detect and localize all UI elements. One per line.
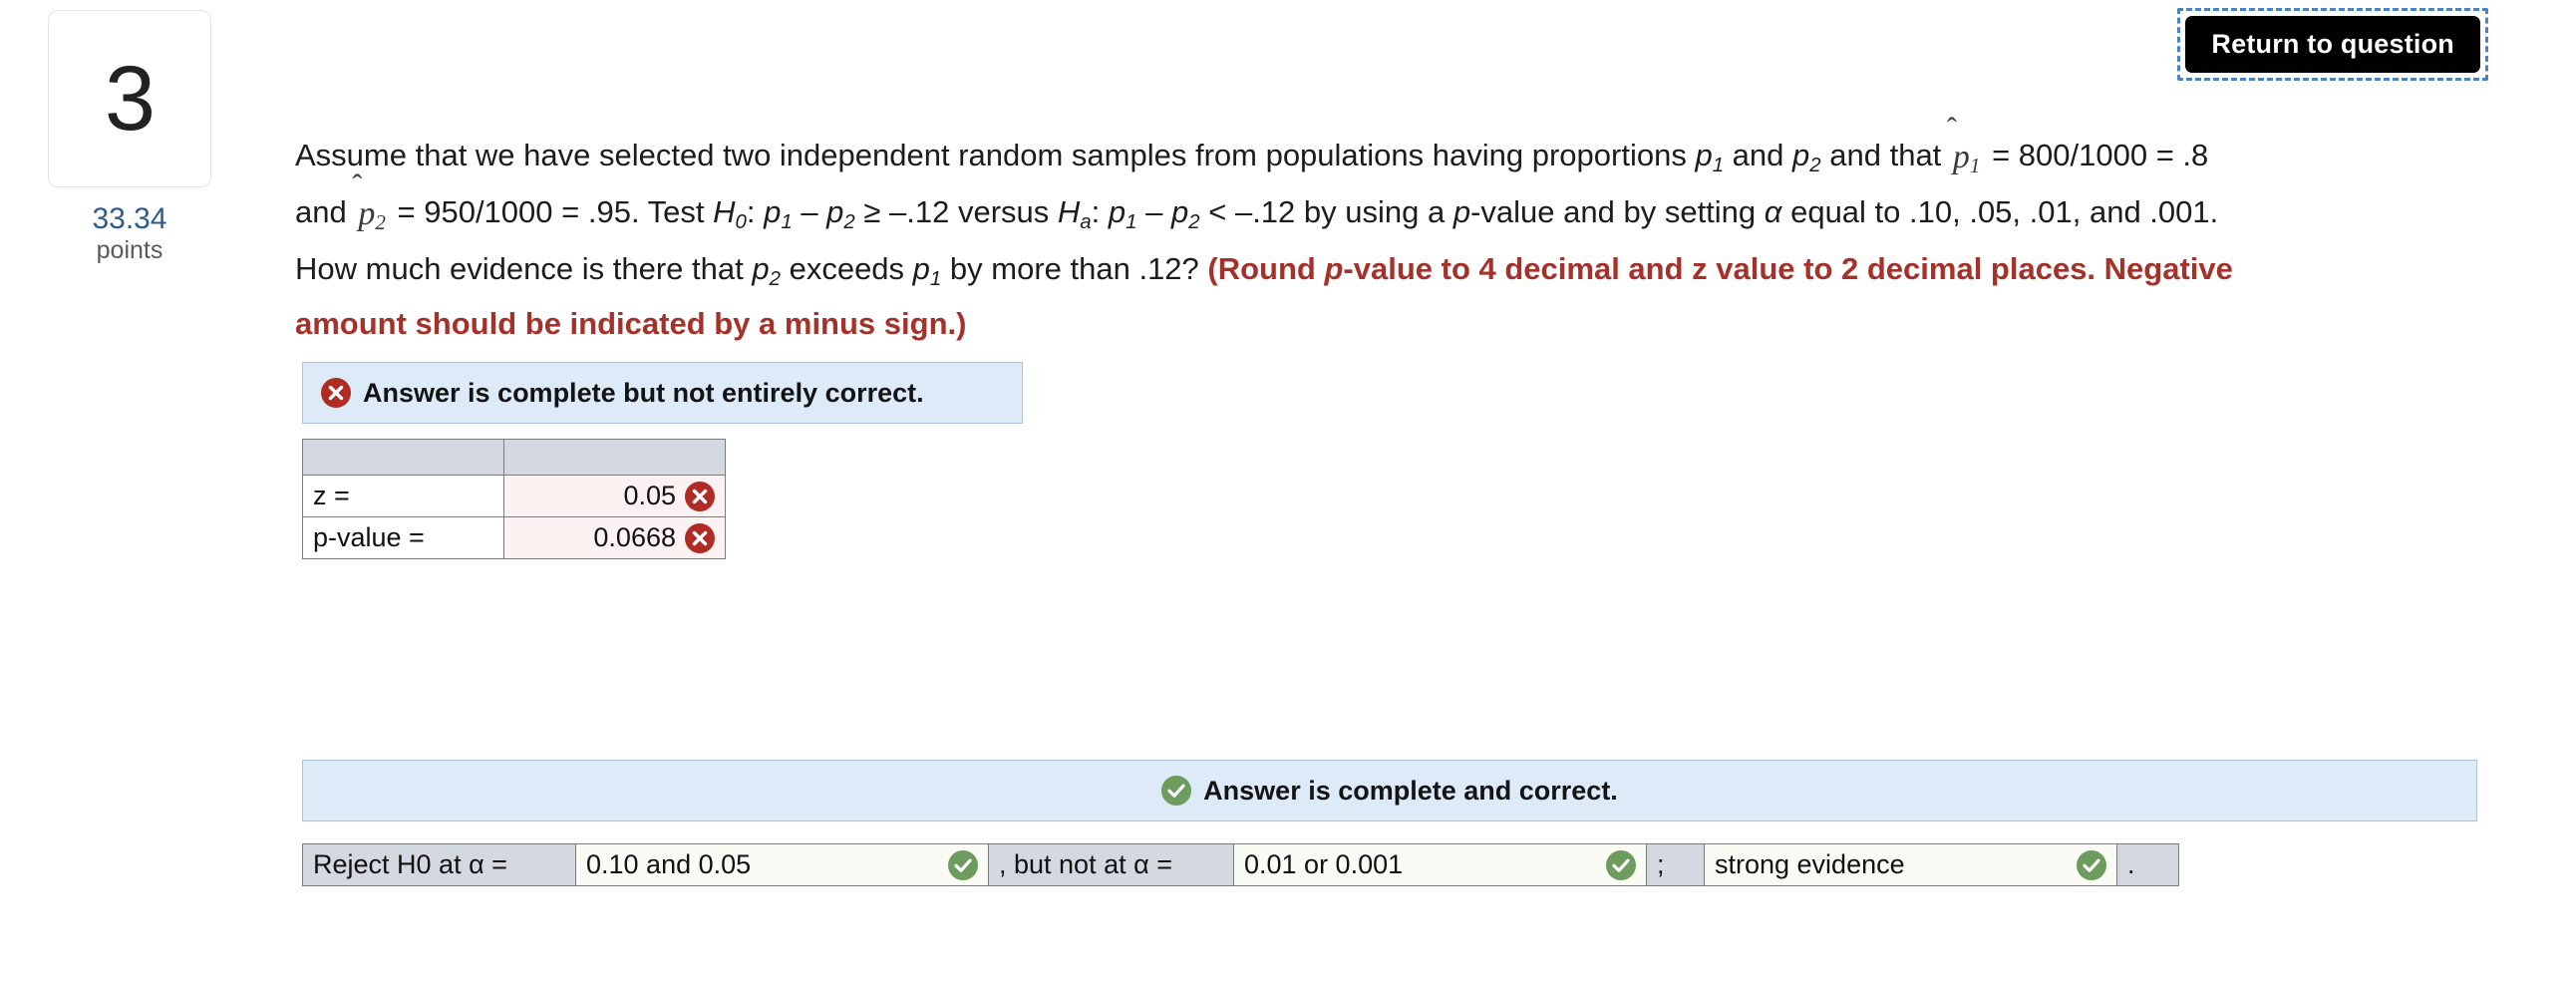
row-value-z[interactable]: 0.05: [503, 475, 726, 517]
check-circle-icon: [948, 849, 978, 880]
table-row: z = 0.05: [302, 475, 726, 517]
x-circle-icon: [321, 378, 351, 408]
var-p-value: p: [1452, 194, 1471, 229]
cell-answer-alpha-not-reject-text: 0.01 or 0.001: [1244, 849, 1404, 879]
table-row: Reject H0 at α = 0.10 and 0.05 , but not…: [302, 843, 2179, 886]
qtext-seg: exceeds: [780, 251, 913, 286]
rounding-seg: (Round: [1207, 251, 1325, 286]
x-circle-icon: [685, 522, 715, 553]
phat-1-base: p: [1952, 139, 1970, 175]
check-circle-icon: [2077, 849, 2106, 880]
status-banner-incorrect-label: Answer is complete but not entirely corr…: [363, 377, 924, 408]
question-number: 3: [104, 48, 156, 150]
qtext-seg: ≥ –.12 versus: [854, 194, 1058, 229]
var-p2: p: [752, 251, 770, 286]
row-value-p-value[interactable]: 0.0668: [503, 516, 726, 559]
status-banner-correct: Answer is complete and correct.: [302, 760, 2477, 821]
row-value-p-value-text: 0.0668: [593, 522, 676, 552]
table-header-cell-blank: [503, 439, 726, 476]
cell-label-period: .: [2116, 843, 2179, 886]
var-p1: p: [1695, 138, 1713, 172]
cell-answer-evidence-text: strong evidence: [1715, 849, 1905, 879]
var-p1: p: [912, 251, 930, 286]
phat-1-sub: 1: [1969, 154, 1981, 178]
points-label: points: [96, 235, 163, 264]
var-p2: p: [826, 194, 844, 229]
qtext-seg: < –.12 by using a: [1199, 194, 1453, 229]
points-value: 33.34: [92, 202, 167, 235]
qtext-seg: -value and by setting: [1470, 194, 1765, 229]
question-number-card: 3: [48, 10, 211, 187]
x-circle-icon: [685, 481, 715, 511]
var-p2-sub: 2: [843, 210, 855, 234]
var-Ha-sub: a: [1080, 210, 1092, 234]
table-row: p-value = 0.0668: [302, 516, 726, 559]
var-p1-sub: 1: [781, 210, 793, 234]
var-p2-sub: 2: [769, 267, 781, 291]
table-header-row: [302, 439, 726, 476]
var-Ha: H: [1057, 194, 1081, 229]
row-label-z: z =: [302, 475, 504, 517]
status-banner-correct-label: Answer is complete and correct.: [1203, 775, 1618, 806]
cell-answer-alpha-not-reject[interactable]: 0.01 or 0.001: [1233, 843, 1647, 886]
var-H0: H: [713, 194, 736, 229]
question-text: Assume that we have selected two indepen…: [295, 130, 2249, 349]
var-p2-sub: 2: [1809, 154, 1821, 177]
row-label-p-value: p-value =: [302, 516, 504, 559]
cell-answer-alpha-reject[interactable]: 0.10 and 0.05: [575, 843, 989, 886]
qtext-seg: –: [1136, 194, 1171, 229]
cell-label-but-not: , but not at α =: [988, 843, 1234, 886]
answer-table-incorrect: z = 0.05 p-value = 0.0668: [302, 439, 726, 559]
var-p2: p: [1792, 138, 1810, 172]
qtext-seg: :: [1091, 194, 1109, 229]
var-p1-sub: 1: [1712, 154, 1725, 177]
check-circle-icon: [1606, 849, 1636, 880]
cell-answer-alpha-reject-text: 0.10 and 0.05: [586, 849, 752, 879]
var-alpha: α: [1764, 194, 1782, 229]
phat-1: ̂p1: [1950, 132, 1984, 186]
check-circle-icon: [1161, 776, 1192, 806]
row-value-z-text: 0.05: [623, 481, 676, 510]
table-header-cell-blank: [302, 439, 504, 476]
var-p1: p: [1108, 194, 1127, 229]
status-banner-incorrect: Answer is complete but not entirely corr…: [302, 362, 1023, 424]
return-to-question-button[interactable]: Return to question: [2185, 16, 2480, 73]
phat-2-base: p: [358, 195, 376, 232]
qtext-seg: = 950/1000 = .95. Test: [388, 194, 714, 229]
qtext-seg: and that: [1820, 138, 1950, 172]
qtext-seg: Assume that we have selected two indepen…: [295, 138, 1696, 172]
var-p2: p: [1171, 194, 1189, 229]
question-meta: 3 33.34 points: [48, 10, 211, 264]
qtext-seg: and: [1724, 138, 1793, 172]
qtext-seg: by more than .12?: [941, 251, 1208, 286]
phat-2: ̂p2: [355, 188, 389, 243]
phat-2-sub: 2: [375, 210, 386, 235]
cell-label-reject: Reject H0 at α =: [302, 843, 576, 886]
qtext-seg: –: [792, 194, 827, 229]
cell-label-semicolon: ;: [1646, 843, 1705, 886]
answer-table-correct: Reject H0 at α = 0.10 and 0.05 , but not…: [302, 843, 2179, 886]
var-p1: p: [764, 194, 782, 229]
var-p1-sub: 1: [929, 267, 942, 291]
var-H0-sub: 0: [735, 210, 747, 234]
return-to-question-focus-ring: Return to question: [2177, 8, 2488, 81]
cell-answer-evidence[interactable]: strong evidence: [1704, 843, 2117, 886]
var-p2-sub: 2: [1188, 210, 1200, 234]
var-p1-sub: 1: [1126, 210, 1137, 234]
var-p-value: p: [1324, 251, 1344, 286]
qtext-seg: :: [746, 194, 765, 229]
